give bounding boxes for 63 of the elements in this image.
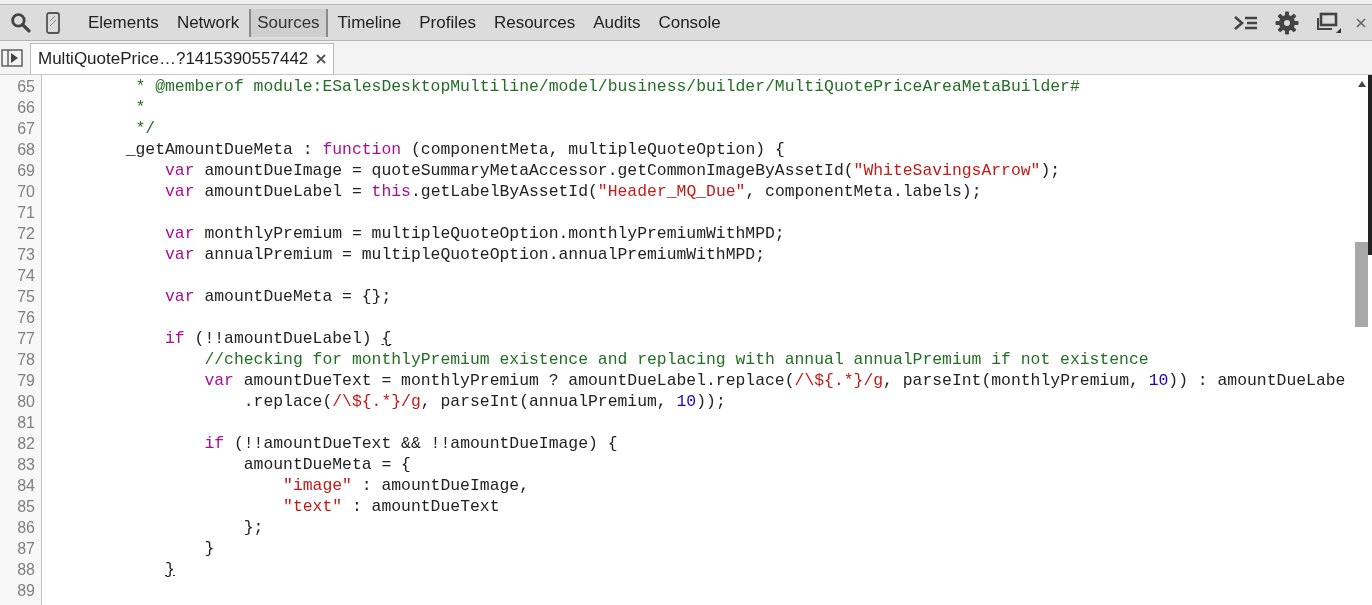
line-number: 72 [16, 224, 36, 244]
code-line: .replace(/\${.*}/g, parseInt(annualPremium, 10)); [242, 392, 726, 411]
close-icon[interactable] [1356, 17, 1366, 28]
code-line: } [203, 539, 215, 558]
code-line: * @memberof module:ESalesDesktopMultiline/model/business/builder/MultiQuotePriceAreaMetaBuilder# [134, 77, 1080, 96]
panel-tab[interactable]: Sources [249, 8, 328, 37]
code-line: var annualPremium = multipleQuoteOption.annualPremiumWithMPD; [164, 245, 766, 264]
console-drawer-icon[interactable] [1233, 14, 1259, 31]
line-number: 87 [16, 539, 36, 559]
code-line: var monthlyPremium = multipleQuoteOption.monthlyPremiumWithMPD; [164, 224, 785, 243]
code-line: _getAmountDueMeta : function (componentMeta, multipleQuoteOption) { [124, 140, 785, 159]
code-line: } [164, 560, 175, 579]
line-number: 70 [16, 182, 36, 202]
panel-tab[interactable]: Profiles [411, 8, 484, 37]
panel-tab[interactable]: Audits [585, 8, 649, 37]
line-number: 85 [16, 497, 36, 517]
search-icon[interactable] [10, 12, 31, 33]
code-line: var amountDueLabel = this.getLabelByAssetId("Header_MQ_Due", componentMeta.labels); [164, 182, 982, 201]
panel-tab[interactable]: Timeline [329, 8, 410, 37]
code-line: amountDueMeta = { [242, 455, 411, 474]
code-line: */ [134, 119, 156, 138]
code-line: if (!!amountDueLabel) { [164, 329, 392, 348]
sidebar-toggle-icon[interactable] [1, 49, 23, 67]
file-tab[interactable]: MultiQuotePrice…?1415390557442 [30, 43, 335, 74]
line-number: 73 [16, 245, 36, 265]
code-line: var amountDueImage = quoteSummaryMetaAccessor.getCommonImageByAssetId("WhiteSavingsArrow"); [164, 161, 1061, 180]
line-number: 75 [16, 287, 36, 307]
panel-tab[interactable]: Network [168, 8, 248, 37]
code-line: var amountDueMeta = {}; [164, 287, 392, 306]
line-number: 78 [16, 350, 36, 370]
panel-tab[interactable]: Console [650, 8, 729, 37]
code-line: //checking for monthlyPremium existence and replacing with annual annualPremium if not existence [203, 350, 1149, 369]
line-number: 68 [16, 140, 36, 160]
panel-tab[interactable]: Resources [485, 8, 584, 37]
scroll-up-arrow-icon[interactable] [1358, 81, 1366, 87]
code-line: }; [242, 518, 264, 537]
dock-icon[interactable] [1316, 11, 1342, 34]
code-line: "text" : amountDueText [282, 497, 500, 516]
line-number: 76 [16, 308, 36, 328]
line-number: 88 [16, 560, 36, 580]
line-number: 84 [16, 476, 36, 496]
line-number: 80 [16, 392, 36, 412]
code-line: if (!!amountDueText && !!amountDueImage) { [203, 434, 618, 453]
line-number: 83 [16, 455, 36, 475]
code-line: var amountDueText = monthlyPremium ? amountDueLabel.replace(/\${.*}/g, parseInt(monthlyPremium, 10)) : amountDueLabe [203, 371, 1346, 390]
line-number: 65 [16, 77, 36, 97]
line-number: 74 [16, 266, 36, 286]
mobile-device-icon[interactable] [46, 11, 60, 34]
line-number: 77 [16, 329, 36, 349]
line-number: 69 [16, 161, 36, 181]
panel-tab[interactable]: Elements [80, 8, 167, 37]
line-number: 71 [16, 203, 36, 223]
code-line: * [134, 98, 146, 117]
scrollbar-thumb[interactable] [1355, 242, 1368, 327]
line-number: 89 [16, 581, 36, 601]
line-number: 82 [16, 434, 36, 454]
code-line: "image" : amountDueImage, [282, 476, 529, 495]
line-number: 79 [16, 371, 36, 391]
close-icon[interactable] [316, 54, 327, 64]
line-number: 86 [16, 518, 36, 538]
line-number: 66 [16, 98, 36, 118]
line-number: 67 [16, 119, 36, 139]
line-number: 81 [16, 413, 36, 433]
